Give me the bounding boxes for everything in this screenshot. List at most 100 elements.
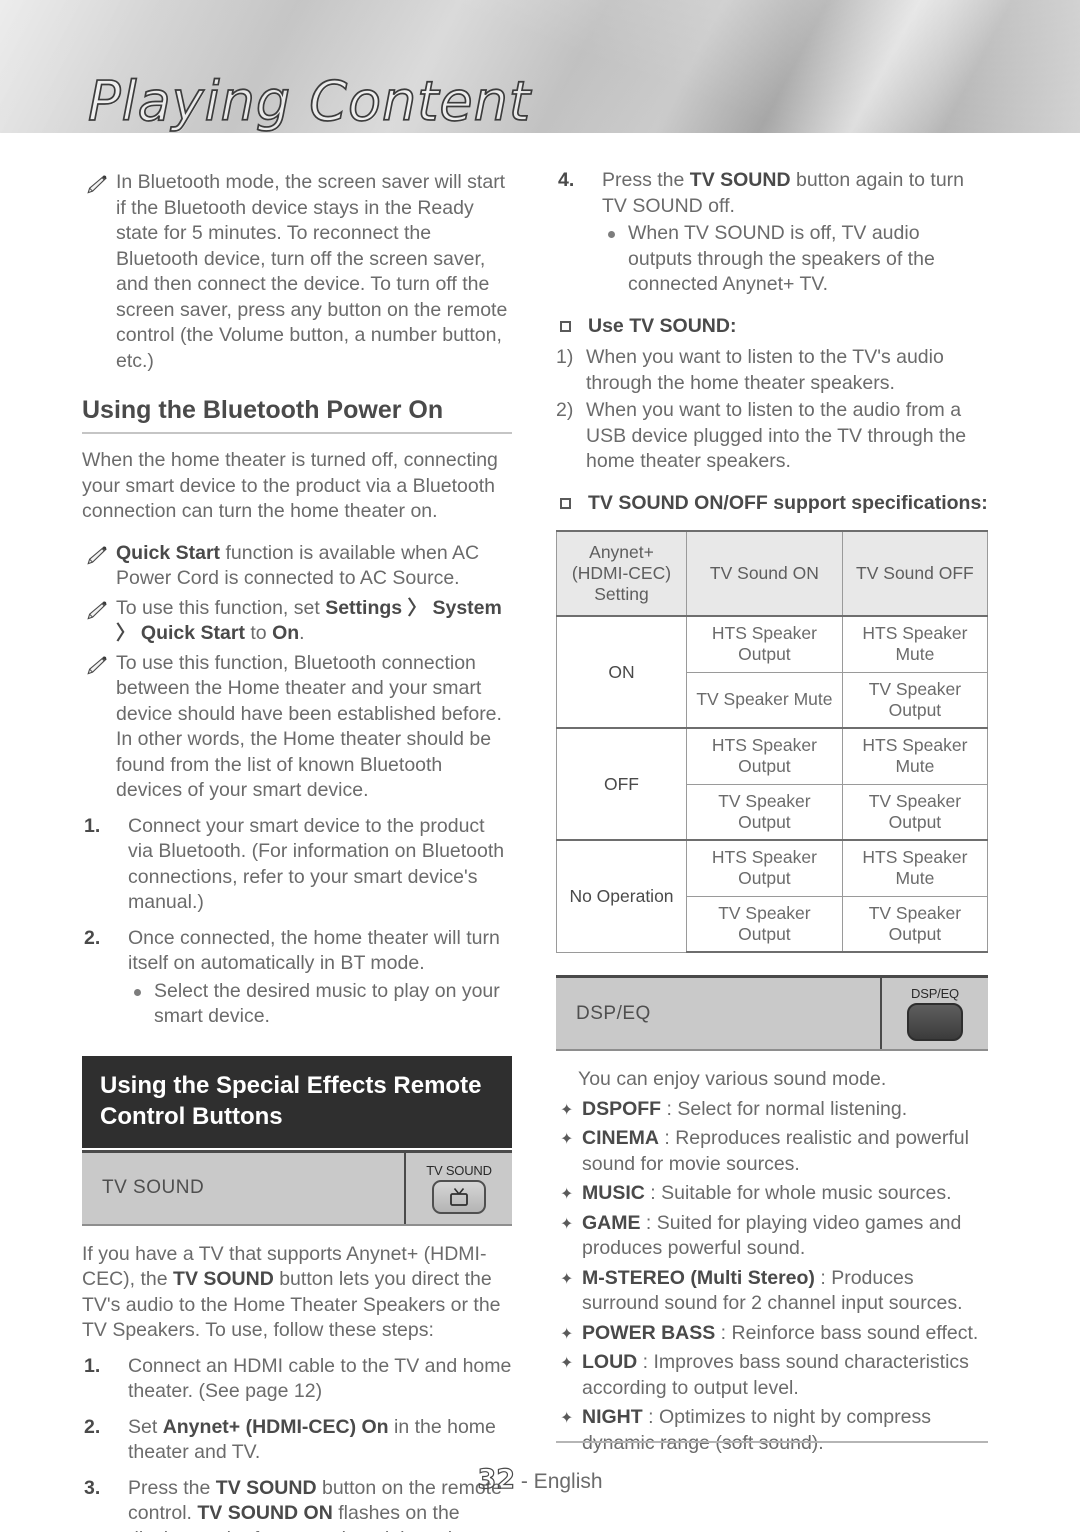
table-header: Anynet+ (HDMI-CEC) Setting TV Sound ON T… [556,530,989,617]
list-item: ✦ CINEMA : Reproduces realistic and powe… [556,1126,988,1177]
pencil-note-icon [87,545,107,564]
item-text: When you want to listen to the audio fro… [586,399,967,472]
mode-name: LOUD [582,1351,638,1373]
heading-bluetooth-power-on: Using the Bluetooth Power On [82,396,512,434]
note-screensaver: In Bluetooth mode, the screen saver will… [82,170,512,374]
list-item: ✦ NIGHT : Optimizes to night by compress… [556,1405,988,1456]
item-text: When you want to listen to the TV's audi… [586,346,944,394]
step-text: Connect an HDMI cable to the TV and home… [128,1354,512,1403]
step-number: 1. [84,814,101,837]
mode-sep: : [640,1211,657,1234]
page-number: 32 [477,1463,516,1495]
list-item: ✦ M-STEREO (Multi Stereo) : Produces sur… [556,1266,988,1317]
heading-special-effects: Using the Special Effects Remote Control… [82,1055,512,1148]
step-number: 2. [84,926,101,949]
footer-divider [556,1441,988,1443]
mode-sep: : [715,1321,732,1344]
table-header-row: Anynet+ (HDMI-CEC) Setting TV Sound ON T… [556,530,989,617]
step-4-bullet: When TV SOUND is off, TV audio outputs t… [602,221,988,298]
step-4-press-again: 4. Press the TV SOUND button again to tu… [556,168,988,298]
table-row: No Operation HTS Speaker Output HTS Spea… [556,839,989,953]
right-column: 4. Press the TV SOUND button again to tu… [556,168,989,1456]
anynet-setting-term: Anynet+ (HDMI-CEC) On [162,1415,389,1438]
star-bullet-icon: ✦ [560,1353,574,1372]
mode-name: NIGHT [582,1406,643,1428]
dsp-eq-remote-key[interactable]: DSP/EQ [880,978,988,1049]
star-bullet-icon: ✦ [560,1213,574,1233]
use-tv-sound-heading: Use TV SOUND: [556,314,988,340]
tv-sound-key-button[interactable] [432,1179,486,1214]
row-setting-on: ON [556,615,687,729]
cell-off-soundon-hts: HTS Speaker Output [686,727,843,785]
chevron-separator-icon: 〉 [402,596,433,619]
cell-on-soundon-tv: TV Speaker Mute [686,671,843,729]
mode-line: NIGHT : Optimizes to night by compress d… [582,1405,988,1456]
mode-line: DSPOFF : Select for normal listening. [582,1097,988,1123]
step-pre: Set [128,1415,163,1438]
quickstart-term: Quick Start [116,541,221,564]
pencil-note-icon [87,655,107,674]
mode-sep: : [661,1097,678,1120]
star-bullet-icon: ✦ [560,1323,574,1343]
item-number: 1) [556,346,574,368]
on-value: On [272,622,300,644]
settings-end: . [299,622,305,644]
mode-desc: Reinforce bass sound effect. [731,1321,979,1344]
column-header-tv-sound-on: TV Sound ON [686,530,843,617]
header-line-3: Setting [594,584,649,604]
mode-name: DSPOFF [582,1097,662,1120]
step-text: Connect your smart device to the product… [128,814,505,914]
cell-on-soundoff-tv: TV Speaker Output [841,671,989,729]
cell-off-soundoff-tv: TV Speaker Output [841,783,989,841]
cell-off-soundon-tv: TV Speaker Output [686,783,843,841]
row-setting-no-operation: No Operation [556,839,687,953]
dsp-eq-bar-label: DSP/EQ [576,1002,651,1024]
mode-name: POWER BASS [582,1321,716,1344]
use-case-1: 1) When you want to listen to the TV's a… [556,345,988,396]
header-line-2: (HDMI-CEC) [571,563,672,583]
tv-sound-description: If you have a TV that supports Anynet+ (… [82,1242,512,1344]
list-item: ✦ LOUD : Improves bass sound characteris… [556,1350,988,1401]
mode-name: M-STEREO (Multi Stereo) [582,1266,815,1289]
item-number: 2) [556,399,574,421]
note-bt-established: To use this function, Bluetooth connecti… [82,651,512,804]
mode-name: MUSIC [582,1182,645,1204]
square-bullet-icon [560,320,571,332]
left-column: In Bluetooth mode, the screen saver will… [82,168,512,1532]
step-number: 1. [84,1354,101,1377]
mode-sep: : [642,1406,659,1428]
mode-line: GAME : Suited for playing video games an… [582,1211,988,1262]
tv-sound-key-caption: TV SOUND [426,1162,492,1178]
bullet-dot-icon [134,988,141,996]
pencil-note-icon [87,175,107,194]
step-2-bullet: Select the desired music to play on your… [128,979,512,1030]
star-bullet-icon: ✦ [560,1129,574,1148]
mode-desc: Select for normal listening. [677,1097,908,1120]
cell-on-soundon-hts: HTS Speaker Output [686,615,843,673]
step-2-autoconnect: 2. Once connected, the home theater will… [82,926,512,1030]
dsp-eq-key-button[interactable] [907,1003,963,1041]
cell-noop-soundoff-hts: HTS Speaker Mute [841,839,989,897]
p-a: Press the [602,169,690,191]
page-banner: Playing Content [0,0,1080,133]
settings-pre: To use this function, set [116,596,326,619]
cell-off-soundoff-hts: HTS Speaker Mute [841,727,989,785]
mode-name: CINEMA [582,1127,659,1149]
note-text: In Bluetooth mode, the screen saver will… [116,171,508,372]
bullet-text: Select the desired music to play on your… [154,979,500,1028]
step-text: Press the TV SOUND button again to turn … [602,168,988,219]
header-line-1: Anynet+ [589,542,654,562]
tv-step-1-hdmi: 1. Connect an HDMI cable to the TV and h… [82,1354,512,1405]
square-bullet-icon [560,497,571,509]
tv-sound-remote-key[interactable]: TV SOUND [404,1152,512,1224]
step-text: Once connected, the home theater will tu… [128,926,500,975]
step-1-connect: 1. Connect your smart device to the prod… [82,814,512,916]
mode-line: LOUD : Improves bass sound characteristi… [582,1350,988,1401]
cell-noop-soundoff-tv: TV Speaker Output [841,895,989,953]
cell-noop-soundon-tv: TV Speaker Output [686,895,843,953]
list-item: ✦ POWER BASS : Reinforce bass sound effe… [556,1321,988,1347]
cell-on-soundoff-hts: HTS Speaker Mute [841,615,989,673]
note-settings-path: To use this function, set Settings 〉 Sys… [82,596,512,647]
tv-sound-support-table: Anynet+ (HDMI-CEC) Setting TV Sound ON T… [556,530,989,953]
mode-sep: : [644,1182,662,1204]
